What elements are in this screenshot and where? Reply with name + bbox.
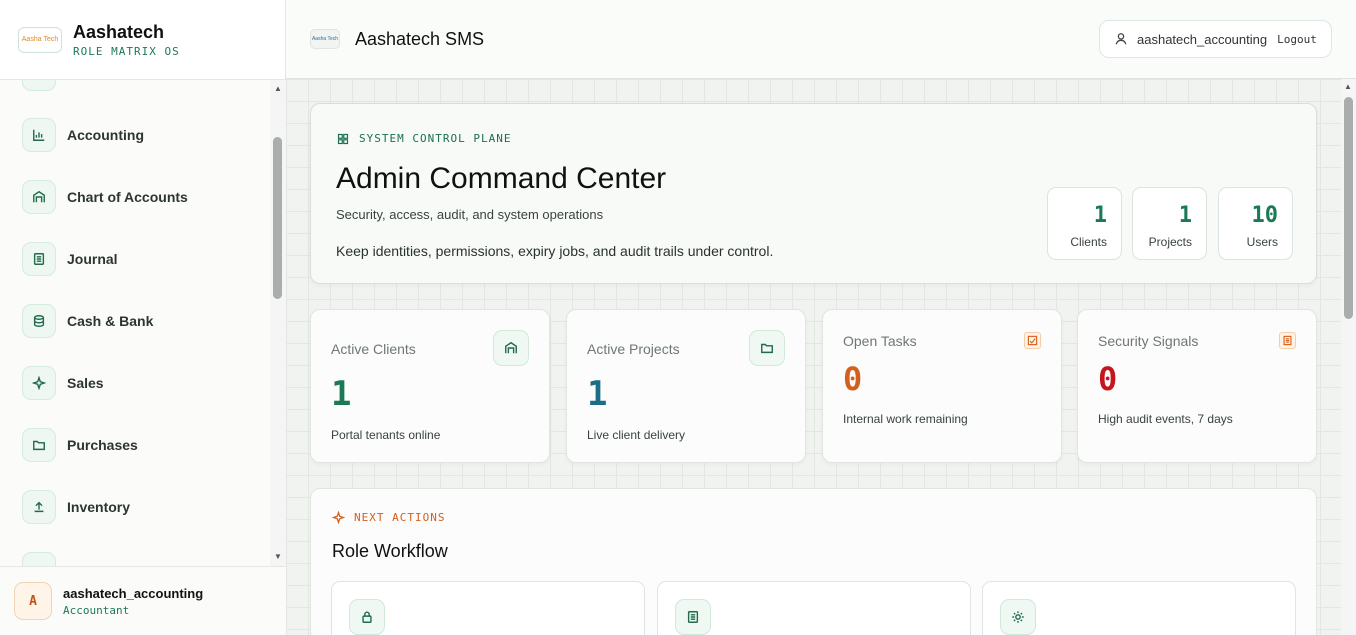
card-security-signals[interactable]: Security Signals 0 High audit events, 7 … <box>1077 309 1317 463</box>
actions-eyebrow-text: NEXT ACTIONS <box>354 511 446 524</box>
document-icon <box>675 599 711 635</box>
sidebar-item-label: Sales <box>67 375 104 391</box>
user-role: Accountant <box>63 603 130 617</box>
sidebar-item-label: Chart of Accounts <box>67 189 188 205</box>
user-name: aashatech_accounting <box>63 585 204 601</box>
header-username: aashatech_accounting <box>1137 31 1268 47</box>
card-value: 1 <box>587 374 608 414</box>
brand[interactable]: Aasha Tech Aashatech ROLE MATRIX OS <box>0 0 285 80</box>
report-icon <box>1279 332 1296 349</box>
stat-value: 10 <box>1251 203 1279 228</box>
card-note: Internal work remaining <box>843 412 968 426</box>
card-title: Active Clients <box>331 341 416 357</box>
workflow-card-audit[interactable] <box>657 581 971 635</box>
user-icon <box>1115 33 1127 45</box>
sidebar-item-journal[interactable]: Journal <box>22 242 262 276</box>
lock-icon <box>349 599 385 635</box>
workflow-card-security[interactable] <box>331 581 645 635</box>
sidebar-item-partial[interactable] <box>22 80 262 91</box>
nav-icon <box>22 552 56 566</box>
database-icon <box>22 304 56 338</box>
sidebar-item-label: Purchases <box>67 437 138 453</box>
card-note: High audit events, 7 days <box>1098 412 1233 426</box>
stat-clients: 1 Clients <box>1047 187 1122 260</box>
brand-subtitle: ROLE MATRIX OS <box>73 45 180 58</box>
scroll-down-icon[interactable]: ▼ <box>273 552 283 562</box>
card-value: 1 <box>331 374 352 414</box>
stat-label: Users <box>1246 235 1278 249</box>
stat-projects: 1 Projects <box>1132 187 1207 260</box>
page-title: Admin Command Center <box>336 162 667 195</box>
building-icon <box>22 180 56 214</box>
nav-icon <box>22 80 56 91</box>
section-title: Role Workflow <box>332 541 448 561</box>
logout-button[interactable]: Logout <box>1277 33 1317 46</box>
brand-title: Aashatech <box>73 22 165 42</box>
bar-chart-icon <box>22 118 56 152</box>
sun-icon <box>1000 599 1036 635</box>
scrollbar-thumb[interactable] <box>273 137 282 299</box>
hero-eyebrow-text: SYSTEM CONTROL PLANE <box>359 132 512 145</box>
page-subtitle: Security, access, audit, and system oper… <box>336 207 604 222</box>
stat-value: 1 <box>1093 203 1107 228</box>
sidebar-item-cash-bank[interactable]: Cash & Bank <box>22 304 262 338</box>
avatar: A <box>14 582 52 620</box>
sidebar-item-sales[interactable]: Sales <box>22 366 262 400</box>
top-header: Aasha Tech Aashatech SMS aashatech_accou… <box>286 0 1356 79</box>
next-actions-panel: NEXT ACTIONS Role Workflow <box>310 488 1317 635</box>
card-open-tasks[interactable]: Open Tasks 0 Internal work remaining <box>822 309 1062 463</box>
hero-panel: SYSTEM CONTROL PLANE Admin Command Cente… <box>310 103 1317 284</box>
upload-icon <box>22 490 56 524</box>
brand-logo-text: Aasha Tech <box>21 36 59 43</box>
sidebar-item-label: Accounting <box>67 127 144 143</box>
sidebar-nav: Accounting Chart of Accounts Journal Cas… <box>0 80 286 566</box>
hero-eyebrow: SYSTEM CONTROL PLANE <box>337 132 511 145</box>
app-title: Aashatech SMS <box>355 29 485 49</box>
card-active-clients[interactable]: Active Clients 1 Portal tenants online <box>310 309 550 463</box>
card-title: Active Projects <box>587 341 680 357</box>
card-title: Open Tasks <box>843 333 917 349</box>
document-icon <box>22 242 56 276</box>
sidebar-item-purchases[interactable]: Purchases <box>22 428 262 462</box>
workflow-card-system[interactable] <box>982 581 1296 635</box>
sidebar-item-accounting[interactable]: Accounting <box>22 118 262 152</box>
card-note: Portal tenants online <box>331 428 441 442</box>
stat-users: 10 Users <box>1218 187 1293 260</box>
main-content: SYSTEM CONTROL PLANE Admin Command Cente… <box>286 79 1341 635</box>
sidebar-item-label: Journal <box>67 251 118 267</box>
sidebar-item-label: Cash & Bank <box>67 313 154 329</box>
stat-label: Clients <box>1070 235 1107 249</box>
card-value: 0 <box>1098 360 1118 398</box>
sidebar-item-inventory[interactable]: Inventory <box>22 490 262 524</box>
card-note: Live client delivery <box>587 428 686 442</box>
page-description: Keep identities, permissions, expiry job… <box>336 243 774 259</box>
sidebar-item-label: Inventory <box>67 499 131 515</box>
stat-label: Projects <box>1148 235 1192 249</box>
scrollbar-thumb[interactable] <box>1344 97 1353 319</box>
checklist-icon <box>1024 332 1041 349</box>
header-logo: Aasha Tech <box>310 29 340 49</box>
sparkle-icon <box>22 366 56 400</box>
stat-value: 1 <box>1178 203 1192 228</box>
card-title: Security Signals <box>1098 333 1199 349</box>
brand-logo: Aasha Tech <box>18 26 62 53</box>
folder-icon <box>22 428 56 462</box>
folder-icon <box>749 330 785 366</box>
building-icon <box>493 330 529 366</box>
sidebar-scrollbar[interactable]: ▲ ▼ <box>270 80 286 566</box>
sidebar-item-partial-bottom[interactable] <box>22 552 262 566</box>
scroll-up-icon[interactable]: ▲ <box>1344 82 1352 91</box>
scroll-up-icon[interactable]: ▲ <box>273 84 283 94</box>
sidebar-item-chart-of-accounts[interactable]: Chart of Accounts <box>22 180 262 214</box>
card-value: 0 <box>843 360 863 398</box>
page-scrollbar[interactable]: ▲ <box>1341 79 1356 635</box>
sidebar-user[interactable]: A aashatech_accounting Accountant <box>0 566 286 635</box>
dashboard-icon <box>337 133 349 144</box>
actions-eyebrow: NEXT ACTIONS <box>332 511 445 524</box>
sparkle-icon <box>332 511 345 524</box>
card-active-projects[interactable]: Active Projects 1 Live client delivery <box>566 309 806 463</box>
header-user-menu[interactable]: aashatech_accounting Logout <box>1099 20 1332 58</box>
sidebar: Aasha Tech Aashatech ROLE MATRIX OS Acco… <box>0 0 286 635</box>
